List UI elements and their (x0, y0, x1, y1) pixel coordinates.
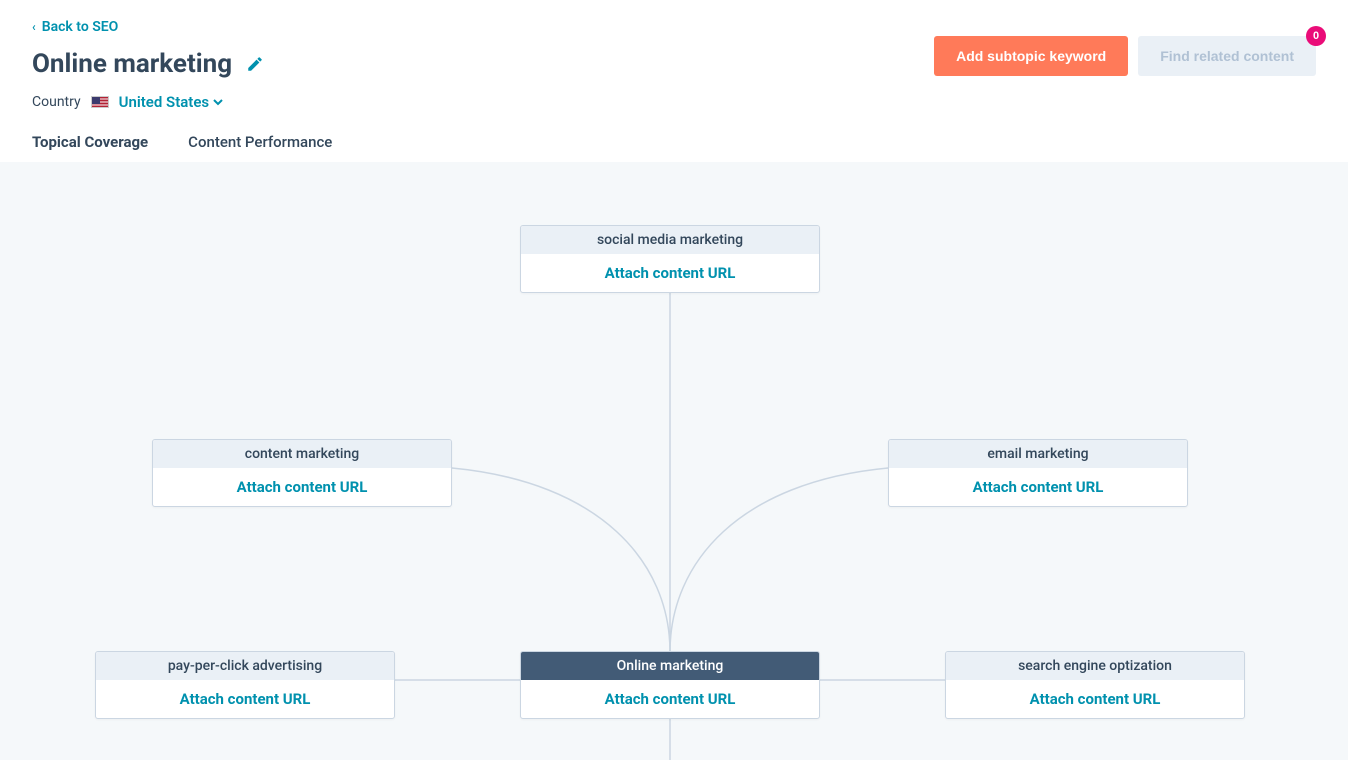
tab-topical-coverage[interactable]: Topical Coverage (32, 133, 148, 165)
attach-url-link[interactable]: Attach content URL (96, 680, 394, 718)
subtopic-node-content-marketing[interactable]: content marketing Attach content URL (152, 439, 452, 507)
subtopic-node-social-media[interactable]: social media marketing Attach content UR… (520, 225, 820, 293)
flag-icon (91, 96, 109, 108)
back-link-label: Back to SEO (42, 19, 119, 35)
subtopic-title: pay-per-click advertising (96, 652, 394, 680)
subtopic-node-ppc[interactable]: pay-per-click advertising Attach content… (95, 651, 395, 719)
attach-url-link[interactable]: Attach content URL (946, 680, 1244, 718)
action-buttons: Add subtopic keyword Find related conten… (934, 36, 1316, 76)
header: ‹ Back to SEO Online marketing Country U… (0, 0, 1348, 166)
subtopic-title: search engine optization (946, 652, 1244, 680)
attach-url-link[interactable]: Attach content URL (153, 468, 451, 506)
attach-url-link[interactable]: Attach content URL (521, 680, 819, 718)
subtopic-node-email-marketing[interactable]: email marketing Attach content URL (888, 439, 1188, 507)
page-title: Online marketing (32, 49, 232, 79)
country-select[interactable]: United States (119, 93, 223, 111)
tab-content-performance[interactable]: Content Performance (188, 133, 332, 165)
country-label: Country (32, 94, 81, 110)
subtopic-title: content marketing (153, 440, 451, 468)
country-select-value: United States (119, 93, 209, 111)
subtopic-title: email marketing (889, 440, 1187, 468)
back-link[interactable]: ‹ Back to SEO (32, 19, 118, 35)
tab-label: Topical Coverage (32, 133, 148, 151)
pillar-node-title: Online marketing (521, 652, 819, 680)
country-row: Country United States (32, 93, 1316, 111)
subtopic-node-seo[interactable]: search engine optization Attach content … (945, 651, 1245, 719)
attach-url-link[interactable]: Attach content URL (521, 254, 819, 292)
pillar-node[interactable]: Online marketing Attach content URL (520, 651, 820, 719)
tab-label: Content Performance (188, 133, 332, 151)
find-related-button[interactable]: Find related content 0 (1138, 36, 1316, 76)
chevron-down-icon (213, 97, 223, 107)
add-subtopic-label: Add subtopic keyword (956, 48, 1106, 64)
topic-canvas[interactable]: Online marketing Attach content URL soci… (0, 162, 1348, 760)
find-related-label: Find related content (1160, 48, 1294, 64)
subtopic-title: social media marketing (521, 226, 819, 254)
edit-icon[interactable] (246, 55, 264, 73)
add-subtopic-button[interactable]: Add subtopic keyword (934, 36, 1128, 76)
find-related-badge: 0 (1306, 26, 1326, 46)
chevron-left-icon: ‹ (32, 20, 36, 34)
attach-url-link[interactable]: Attach content URL (889, 468, 1187, 506)
